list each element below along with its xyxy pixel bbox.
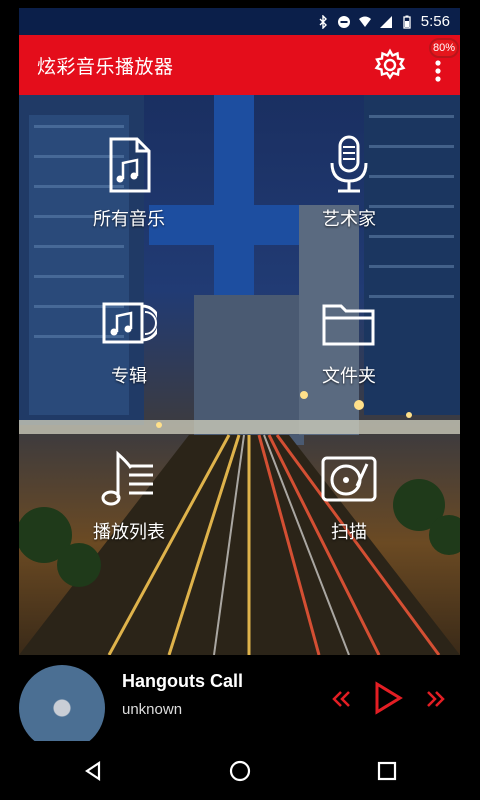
menu-artists[interactable]: 艺术家 bbox=[279, 135, 419, 255]
folder-icon bbox=[322, 304, 375, 346]
signal-icon bbox=[379, 15, 392, 28]
song-artist: unknown bbox=[122, 701, 183, 718]
recents-icon bbox=[377, 761, 396, 780]
app-window: 5:56 炫彩音乐播放器 80% 所有音乐 艺术家 专辑 文件夹 播放列表 扫描… bbox=[19, 8, 460, 800]
fast-forward-icon[interactable] bbox=[424, 689, 446, 709]
status-bar: 5:56 bbox=[19, 8, 460, 35]
album-icon bbox=[102, 302, 157, 344]
playlist-icon bbox=[101, 450, 153, 506]
memory-badge[interactable]: 80% bbox=[429, 38, 460, 58]
menu-scan[interactable]: 扫描 bbox=[279, 448, 419, 568]
battery-icon bbox=[403, 15, 411, 29]
recents-button[interactable] bbox=[367, 751, 407, 791]
system-nav-bar bbox=[19, 741, 460, 800]
play-icon[interactable] bbox=[373, 681, 403, 715]
menu-folders-label: 文件夹 bbox=[322, 366, 376, 387]
clock: 5:56 bbox=[420, 13, 450, 30]
menu-playlists-label: 播放列表 bbox=[93, 522, 165, 543]
do-not-disturb-icon bbox=[337, 15, 350, 28]
gear-icon[interactable] bbox=[373, 48, 407, 82]
microphone-icon bbox=[330, 135, 368, 193]
now-playing-bar[interactable]: Hangouts Call unknown bbox=[19, 655, 460, 751]
music-file-icon bbox=[109, 137, 151, 193]
menu-artists-label: 艺术家 bbox=[322, 209, 376, 230]
menu-albums-label: 专辑 bbox=[111, 366, 147, 387]
wifi-icon bbox=[358, 16, 371, 27]
background-image: 所有音乐 艺术家 专辑 文件夹 播放列表 扫描 bbox=[19, 95, 460, 655]
menu-folders[interactable]: 文件夹 bbox=[279, 292, 419, 412]
app-title: 炫彩音乐播放器 bbox=[37, 55, 174, 78]
home-button[interactable] bbox=[220, 751, 260, 791]
menu-all-music[interactable]: 所有音乐 bbox=[59, 135, 199, 255]
menu-all-music-label: 所有音乐 bbox=[93, 209, 165, 230]
back-button[interactable] bbox=[73, 751, 113, 791]
back-icon bbox=[84, 760, 100, 781]
menu-playlists[interactable]: 播放列表 bbox=[59, 448, 199, 568]
app-bar: 炫彩音乐播放器 80% bbox=[19, 35, 460, 95]
song-title: Hangouts Call bbox=[122, 671, 244, 691]
home-icon bbox=[229, 760, 250, 781]
album-art-disc[interactable] bbox=[19, 665, 105, 751]
bluetooth-icon bbox=[319, 14, 327, 29]
turntable-icon bbox=[321, 456, 377, 502]
rewind-icon[interactable] bbox=[331, 689, 353, 709]
menu-scan-label: 扫描 bbox=[331, 522, 367, 543]
menu-albums[interactable]: 专辑 bbox=[59, 292, 199, 412]
